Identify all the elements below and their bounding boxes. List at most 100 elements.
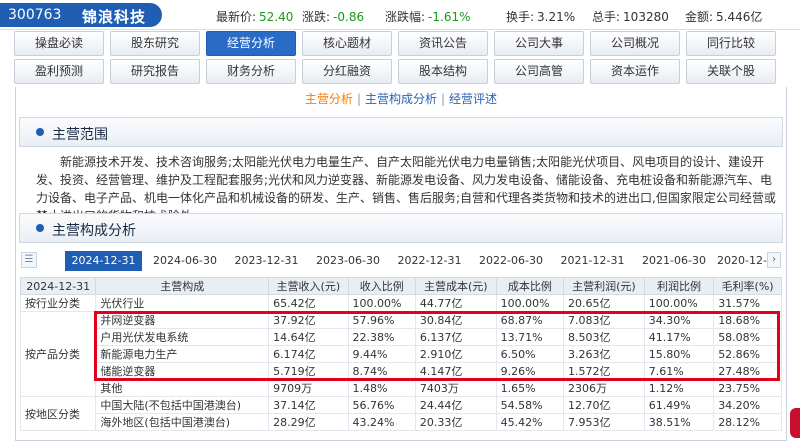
table-row: 海外地区(包括中国港澳台) 28.29亿 43.24% 20.33亿 45.42% 7.9… (21, 413, 782, 431)
date-tab[interactable]: 2024-12-31 (65, 251, 142, 271)
date-tab[interactable]: 2022-12-31 (391, 251, 468, 271)
nav-tab[interactable]: 分红融资 (302, 59, 392, 84)
table-row: 按产品分类 并网逆变器 37.92亿 57.96% 30.84亿 68.87% 7.083亿… (19, 311, 782, 397)
stock-header: 300763 锦浪科技 最新价: 52.40 涨跌: -0.86 涨跌幅: -1.61% 换… (0, 0, 800, 30)
nav-tab[interactable]: 财务分析 (206, 59, 296, 84)
value-cell: 6.174亿 (268, 345, 349, 363)
value-cell: 100.00% (347, 294, 416, 312)
quote-label: 最新价: (216, 10, 257, 24)
section-title: 主营构成分析 (52, 223, 136, 239)
column-header: 成本比例 (495, 277, 565, 295)
nav-tab[interactable]: 资讯公告 (398, 31, 488, 56)
component-name: 中国大陆(不包括中国港澳台) (95, 396, 270, 414)
nav-tab[interactable]: 盈利预测 (14, 59, 104, 84)
nav-tab[interactable]: 经营分析 (206, 31, 296, 56)
date-tab-bar: ☰ 2024-12-31 2024-06-30 2023-12-31 2023-06-… (19, 250, 783, 272)
value-cell: 1.65% (495, 379, 565, 397)
nav-tab[interactable]: 核心题材 (302, 31, 392, 56)
subnav-link[interactable]: 经营评述 (449, 92, 497, 106)
value-cell: 57.96% (347, 311, 416, 329)
value-cell: 20.65亿 (563, 294, 645, 312)
column-header: 2024-12-31 (19, 277, 97, 295)
value-cell: 9.26% (495, 362, 565, 380)
quote-label: 换手: (506, 10, 535, 24)
nav-tab[interactable]: 研究报告 (110, 59, 200, 84)
value-cell: 27.48% (713, 362, 782, 380)
value-cell: 52.86% (713, 345, 782, 363)
nav-tab[interactable]: 股本结构 (398, 59, 488, 84)
value-cell: 4.147亿 (414, 362, 497, 380)
subnav-link[interactable]: 主营分析 (305, 92, 353, 106)
section-header-scope: 主营范围 (19, 117, 783, 147)
date-tab[interactable]: 2023-12-31 (228, 251, 305, 271)
component-name: 新能源电力生产 (95, 345, 270, 363)
value-cell: 13.71% (495, 328, 565, 346)
nav-tab[interactable]: 公司大事 (494, 31, 584, 56)
date-tab[interactable]: 2024-06-30 (147, 251, 224, 271)
date-tab[interactable]: 2023-06-30 (310, 251, 387, 271)
value-cell: 8.503亿 (563, 328, 645, 346)
main-nav: 操盘必读 股东研究 经营分析 核心题材 资讯公告 公司大事 公司概况 同行比较 盈利预测 研究报… (14, 31, 788, 87)
table-header-row: 2024-12-31 主营构成 主营收入(元) 收入比例 主营成本(元) 成本比例 主营利润… (19, 277, 782, 295)
value-cell: 23.75% (713, 379, 782, 397)
value-cell: 2306万 (563, 379, 645, 397)
nav-tab[interactable]: 公司概况 (590, 31, 680, 56)
table-row: 储能逆变器 5.719亿 8.74% 4.147亿 9.26% 1.572亿 7.61% 27… (21, 362, 782, 380)
column-header: 利润比例 (643, 277, 715, 295)
nav-tab[interactable]: 关联个股 (686, 59, 776, 84)
value-cell: 3.263亿 (563, 345, 645, 363)
value-cell: 18.68% (713, 311, 782, 329)
date-tab[interactable]: 2021-06-30 (636, 251, 713, 271)
nav-tab[interactable]: 股东研究 (110, 31, 200, 56)
nav-tab[interactable]: 操盘必读 (14, 31, 104, 56)
value-cell: 28.12% (713, 413, 782, 431)
nav-tab[interactable]: 同行比较 (686, 31, 776, 56)
value-cell: 34.20% (713, 396, 782, 414)
value-cell: 22.38% (347, 328, 416, 346)
category-cell: 按产品分类 (19, 311, 97, 397)
value-cell: 7403万 (414, 379, 497, 397)
quote-label: 金额: (685, 10, 714, 24)
value-cell: 9.44% (347, 345, 416, 363)
component-name: 其他 (95, 379, 270, 397)
component-name: 海外地区(包括中国港澳台) (95, 413, 270, 431)
quote-label: 总手: (592, 10, 621, 24)
date-tab[interactable]: 2020-12- (717, 251, 767, 271)
column-header: 主营收入(元) (268, 277, 349, 295)
value-cell: 20.33亿 (414, 413, 497, 431)
value-cell: 56.76% (347, 396, 416, 414)
sub-nav: 主营分析 | 主营构成分析 | 经营评述 (16, 87, 786, 111)
table-row: 按地区分类 中国大陆(不包括中国港澳台) 37.14亿 56.76% 24.44亿 54.… (19, 396, 782, 431)
value-cell: 45.42% (495, 413, 565, 431)
quote-item: 总手: 103280 (592, 8, 669, 25)
column-header: 毛利率(%) (713, 277, 782, 295)
nav-row-2: 盈利预测 研究报告 财务分析 分红融资 股本结构 公司高管 资本运作 关联个股 (14, 59, 788, 84)
value-cell: 6.50% (495, 345, 565, 363)
quote-value: -1.61% (428, 10, 471, 24)
subnav-separator: | (356, 92, 361, 106)
quote-value: 103280 (623, 10, 669, 24)
quote-item: 涨跌幅: -1.61% (385, 8, 471, 25)
nav-tab[interactable]: 资本运作 (590, 59, 680, 84)
nav-tab[interactable]: 公司高管 (494, 59, 584, 84)
value-cell: 8.74% (347, 362, 416, 380)
list-view-icon[interactable]: ☰ (21, 252, 37, 268)
value-cell: 9709万 (268, 379, 349, 397)
scroll-right-icon[interactable]: › (767, 252, 781, 268)
value-cell: 41.17% (643, 328, 715, 346)
quote-label: 涨跌幅: (385, 10, 426, 24)
quote-item: 涨跌: -0.86 (302, 8, 364, 25)
component-name: 并网逆变器 (95, 311, 270, 329)
value-cell: 31.57% (713, 294, 782, 312)
subnav-link[interactable]: 主营构成分析 (365, 92, 437, 106)
value-cell: 34.30% (643, 311, 715, 329)
quote-label: 涨跌: (302, 10, 331, 24)
date-tab[interactable]: 2022-06-30 (473, 251, 550, 271)
column-header: 主营构成 (95, 277, 270, 295)
side-float-tab[interactable] (790, 408, 800, 438)
table-row: 其他 9709万 1.48% 7403万 1.65% 2306万 1.12% 23.75% (21, 379, 782, 397)
table-row: 户用光伏发电系统 14.64亿 22.38% 6.137亿 13.71% 8.503亿 41… (21, 328, 782, 346)
value-cell: 1.572亿 (563, 362, 645, 380)
component-name: 户用光伏发电系统 (95, 328, 270, 346)
date-tab[interactable]: 2021-12-31 (554, 251, 631, 271)
